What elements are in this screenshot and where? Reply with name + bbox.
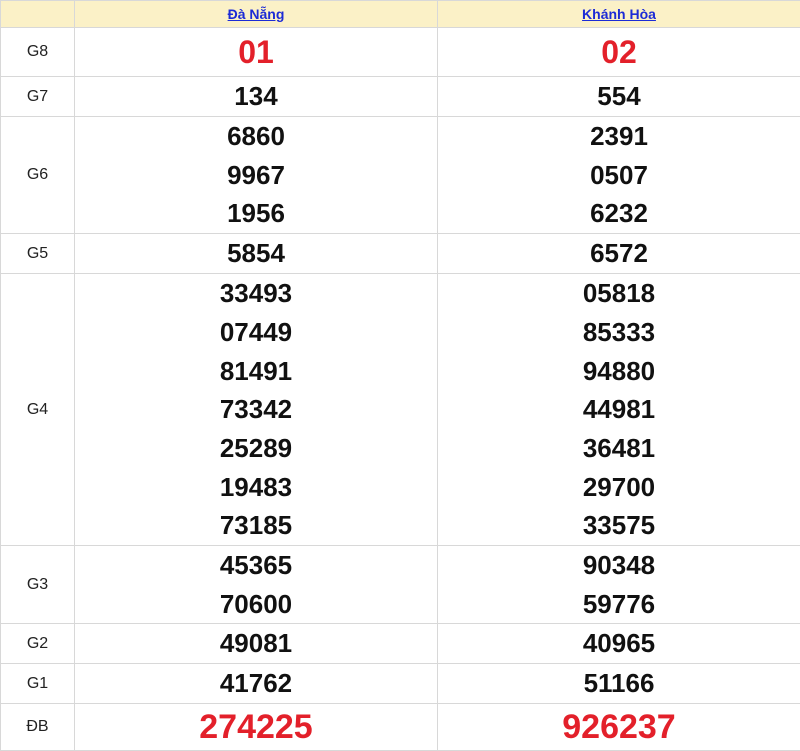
prize-row-g1: G1 41762 51166 bbox=[1, 664, 800, 704]
result-number: 36481 bbox=[438, 429, 800, 468]
special-result-number: 926237 bbox=[438, 704, 800, 750]
prize-label: G7 bbox=[1, 77, 75, 117]
result-number: 73185 bbox=[75, 506, 437, 545]
prize-label: G8 bbox=[1, 28, 75, 77]
result-number: 554 bbox=[438, 77, 800, 116]
result-cell: 926237 bbox=[438, 704, 800, 751]
prize-row-g8: G8 01 02 bbox=[1, 28, 800, 77]
result-cell: 49081 bbox=[75, 624, 438, 664]
prize-row-g4: G4 33493 07449 81491 73342 25289 19483 7… bbox=[1, 274, 800, 546]
result-number: 07449 bbox=[75, 313, 437, 352]
header-corner bbox=[1, 1, 75, 28]
result-number: 25289 bbox=[75, 429, 437, 468]
prize-label: G1 bbox=[1, 664, 75, 704]
result-cell: 554 bbox=[438, 77, 800, 117]
result-number: 134 bbox=[75, 77, 437, 116]
prize-label: G6 bbox=[1, 117, 75, 234]
result-number: 41762 bbox=[75, 664, 437, 703]
result-number: 1956 bbox=[75, 194, 437, 233]
result-cell: 05818 85333 94880 44981 36481 29700 3357… bbox=[438, 274, 800, 546]
province-link-khanh-hoa[interactable]: Khánh Hòa bbox=[582, 6, 656, 22]
result-number: 81491 bbox=[75, 352, 437, 391]
prize-row-g3: G3 45365 70600 90348 59776 bbox=[1, 546, 800, 624]
result-cell: 274225 bbox=[75, 704, 438, 751]
result-number: 44981 bbox=[438, 390, 800, 429]
result-number: 90348 bbox=[438, 546, 800, 585]
prize-label: G3 bbox=[1, 546, 75, 624]
prize-label: G5 bbox=[1, 234, 75, 274]
result-cell: 01 bbox=[75, 28, 438, 77]
result-number: 33575 bbox=[438, 506, 800, 545]
result-cell: 02 bbox=[438, 28, 800, 77]
prize-label: ĐB bbox=[1, 704, 75, 751]
prize-label: G2 bbox=[1, 624, 75, 664]
result-number: 94880 bbox=[438, 352, 800, 391]
result-number: 45365 bbox=[75, 546, 437, 585]
result-number: 70600 bbox=[75, 585, 437, 624]
result-cell: 33493 07449 81491 73342 25289 19483 7318… bbox=[75, 274, 438, 546]
result-number: 6860 bbox=[75, 117, 437, 156]
result-cell: 6572 bbox=[438, 234, 800, 274]
prize-row-g6: G6 6860 9967 1956 2391 0507 6232 bbox=[1, 117, 800, 234]
result-number: 51166 bbox=[438, 664, 800, 703]
prize-row-g5: G5 5854 6572 bbox=[1, 234, 800, 274]
result-number: 85333 bbox=[438, 313, 800, 352]
result-number: 2391 bbox=[438, 117, 800, 156]
result-number: 33493 bbox=[75, 274, 437, 313]
result-number: 5854 bbox=[75, 234, 437, 273]
result-cell: 2391 0507 6232 bbox=[438, 117, 800, 234]
prize-row-g2: G2 49081 40965 bbox=[1, 624, 800, 664]
result-number: 05818 bbox=[438, 274, 800, 313]
prize-label: G4 bbox=[1, 274, 75, 546]
result-cell: 45365 70600 bbox=[75, 546, 438, 624]
result-cell: 90348 59776 bbox=[438, 546, 800, 624]
result-number: 6232 bbox=[438, 194, 800, 233]
result-number: 01 bbox=[75, 28, 437, 76]
result-number: 0507 bbox=[438, 156, 800, 195]
lottery-results-table: Đà Nẵng Khánh Hòa G8 01 02 G7 134 554 G6… bbox=[0, 0, 800, 751]
result-cell: 134 bbox=[75, 77, 438, 117]
prize-row-special: ĐB 274225 926237 bbox=[1, 704, 800, 751]
result-number: 19483 bbox=[75, 468, 437, 507]
result-number: 59776 bbox=[438, 585, 800, 624]
special-result-number: 274225 bbox=[75, 704, 437, 750]
result-number: 6572 bbox=[438, 234, 800, 273]
prize-row-g7: G7 134 554 bbox=[1, 77, 800, 117]
result-number: 73342 bbox=[75, 390, 437, 429]
result-cell: 5854 bbox=[75, 234, 438, 274]
result-number: 49081 bbox=[75, 624, 437, 663]
column-header-da-nang: Đà Nẵng bbox=[75, 1, 438, 28]
result-cell: 51166 bbox=[438, 664, 800, 704]
header-row: Đà Nẵng Khánh Hòa bbox=[1, 1, 800, 28]
province-link-da-nang[interactable]: Đà Nẵng bbox=[228, 6, 285, 22]
result-number: 9967 bbox=[75, 156, 437, 195]
result-number: 40965 bbox=[438, 624, 800, 663]
result-cell: 41762 bbox=[75, 664, 438, 704]
result-cell: 40965 bbox=[438, 624, 800, 664]
result-cell: 6860 9967 1956 bbox=[75, 117, 438, 234]
result-number: 02 bbox=[438, 28, 800, 76]
result-number: 29700 bbox=[438, 468, 800, 507]
column-header-khanh-hoa: Khánh Hòa bbox=[438, 1, 800, 28]
